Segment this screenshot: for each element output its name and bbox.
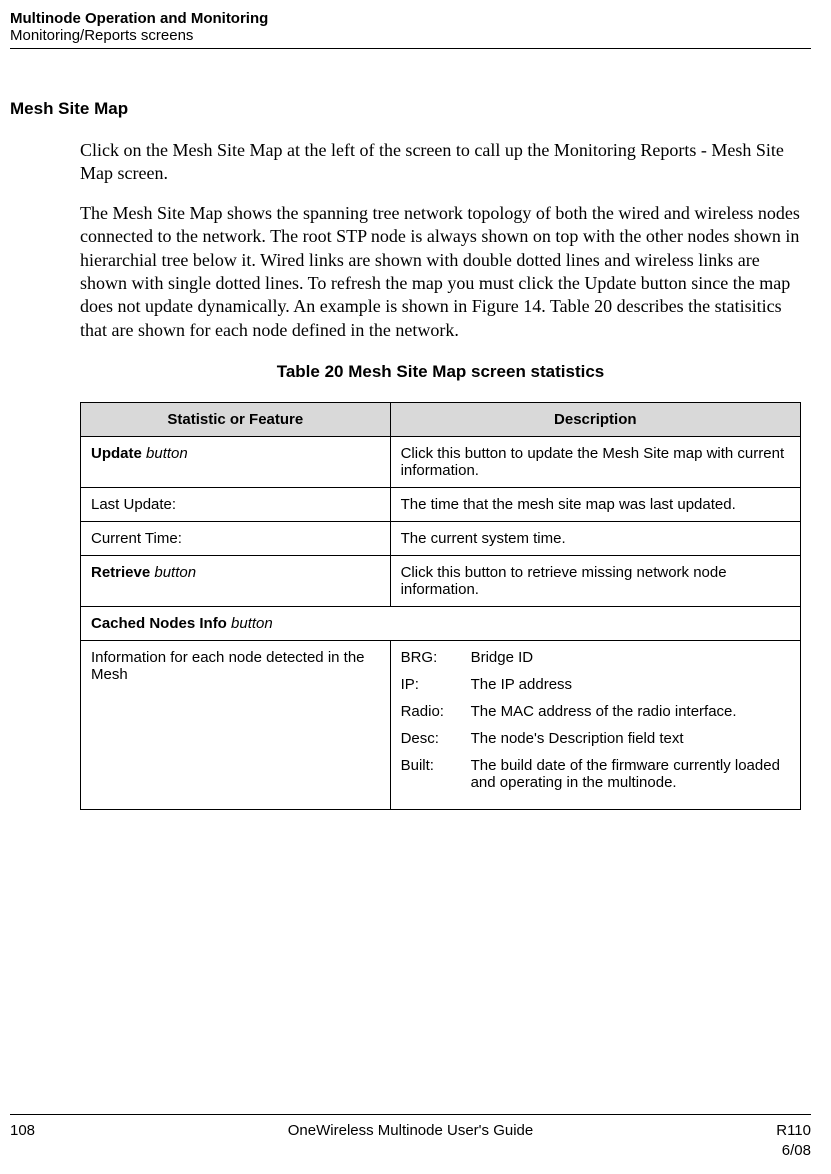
table-cell-statistic: Last Update: xyxy=(81,488,391,522)
body-content: Click on the Mesh Site Map at the left o… xyxy=(80,139,801,810)
node-info-key: Desc: xyxy=(401,730,471,747)
page-footer: 108 OneWireless Multinode User's Guide R… xyxy=(10,1114,811,1160)
page-header: Multinode Operation and Monitoring Monit… xyxy=(10,10,811,44)
table-row: Current Time: The current system time. xyxy=(81,522,801,556)
node-info-item: Radio: The MAC address of the radio inte… xyxy=(401,703,790,720)
node-info-value: The build date of the firmware currently… xyxy=(471,757,790,791)
header-title: Multinode Operation and Monitoring xyxy=(10,10,811,27)
table-cell-description: Click this button to retrieve missing ne… xyxy=(390,556,800,607)
node-info-key: Radio: xyxy=(401,703,471,720)
footer-page-number: 108 xyxy=(10,1121,110,1160)
paragraph-details: The Mesh Site Map shows the spanning tre… xyxy=(80,202,801,342)
table-cell-description: The current system time. xyxy=(390,522,800,556)
table-header-description: Description xyxy=(390,403,800,437)
table-cell-node-info: BRG: Bridge ID IP: The IP address Radio:… xyxy=(390,641,800,810)
table-cell-statistic: Current Time: xyxy=(81,522,391,556)
paragraph-intro: Click on the Mesh Site Map at the left o… xyxy=(80,139,801,186)
footer-row: 108 OneWireless Multinode User's Guide R… xyxy=(10,1121,811,1160)
header-divider xyxy=(10,48,811,49)
node-info-key: IP: xyxy=(401,676,471,693)
table-cell-statistic: Information for each node detected in th… xyxy=(81,641,391,810)
node-info-value: The node's Description field text xyxy=(471,730,790,747)
node-info-item: Desc: The node's Description field text xyxy=(401,730,790,747)
table-row-span: Cached Nodes Info button xyxy=(81,607,801,641)
header-subtitle: Monitoring/Reports screens xyxy=(10,27,811,44)
node-info-item: Built: The build date of the firmware cu… xyxy=(401,757,790,791)
table-row: Update button Click this button to updat… xyxy=(81,437,801,488)
node-info-item: IP: The IP address xyxy=(401,676,790,693)
table-cell-description: The time that the mesh site map was last… xyxy=(390,488,800,522)
table-row: Last Update: The time that the mesh site… xyxy=(81,488,801,522)
node-info-value: The IP address xyxy=(471,676,790,693)
table-row: Retrieve button Click this button to ret… xyxy=(81,556,801,607)
stat-label-bold: Update xyxy=(91,445,142,462)
node-info-key: Built: xyxy=(401,757,471,791)
stat-label-italic: button xyxy=(142,445,188,462)
footer-revision: R110 xyxy=(711,1121,811,1141)
table-cell-description: Click this button to update the Mesh Sit… xyxy=(390,437,800,488)
table-cell-span-heading: Cached Nodes Info button xyxy=(81,607,801,641)
footer-right: R110 6/08 xyxy=(711,1121,811,1160)
footer-doc-title: OneWireless Multinode User's Guide xyxy=(110,1121,711,1160)
node-info-value: Bridge ID xyxy=(471,649,790,666)
table-header-statistic: Statistic or Feature xyxy=(81,403,391,437)
footer-divider xyxy=(10,1114,811,1115)
table-row: Information for each node detected in th… xyxy=(81,641,801,810)
stat-label-bold: Cached Nodes Info xyxy=(91,615,227,632)
stats-table: Statistic or Feature Description Update … xyxy=(80,402,801,810)
table-cell-statistic: Retrieve button xyxy=(81,556,391,607)
node-info-value: The MAC address of the radio interface. xyxy=(471,703,790,720)
section-heading: Mesh Site Map xyxy=(10,99,811,119)
table-header-row: Statistic or Feature Description xyxy=(81,403,801,437)
stat-label-italic: button xyxy=(150,564,196,581)
stat-label-bold: Retrieve xyxy=(91,564,150,581)
footer-date: 6/08 xyxy=(711,1141,811,1161)
node-info-key: BRG: xyxy=(401,649,471,666)
table-caption: Table 20 Mesh Site Map screen statistics xyxy=(80,362,801,382)
stat-label-italic: button xyxy=(227,615,273,632)
node-info-item: BRG: Bridge ID xyxy=(401,649,790,666)
table-cell-statistic: Update button xyxy=(81,437,391,488)
